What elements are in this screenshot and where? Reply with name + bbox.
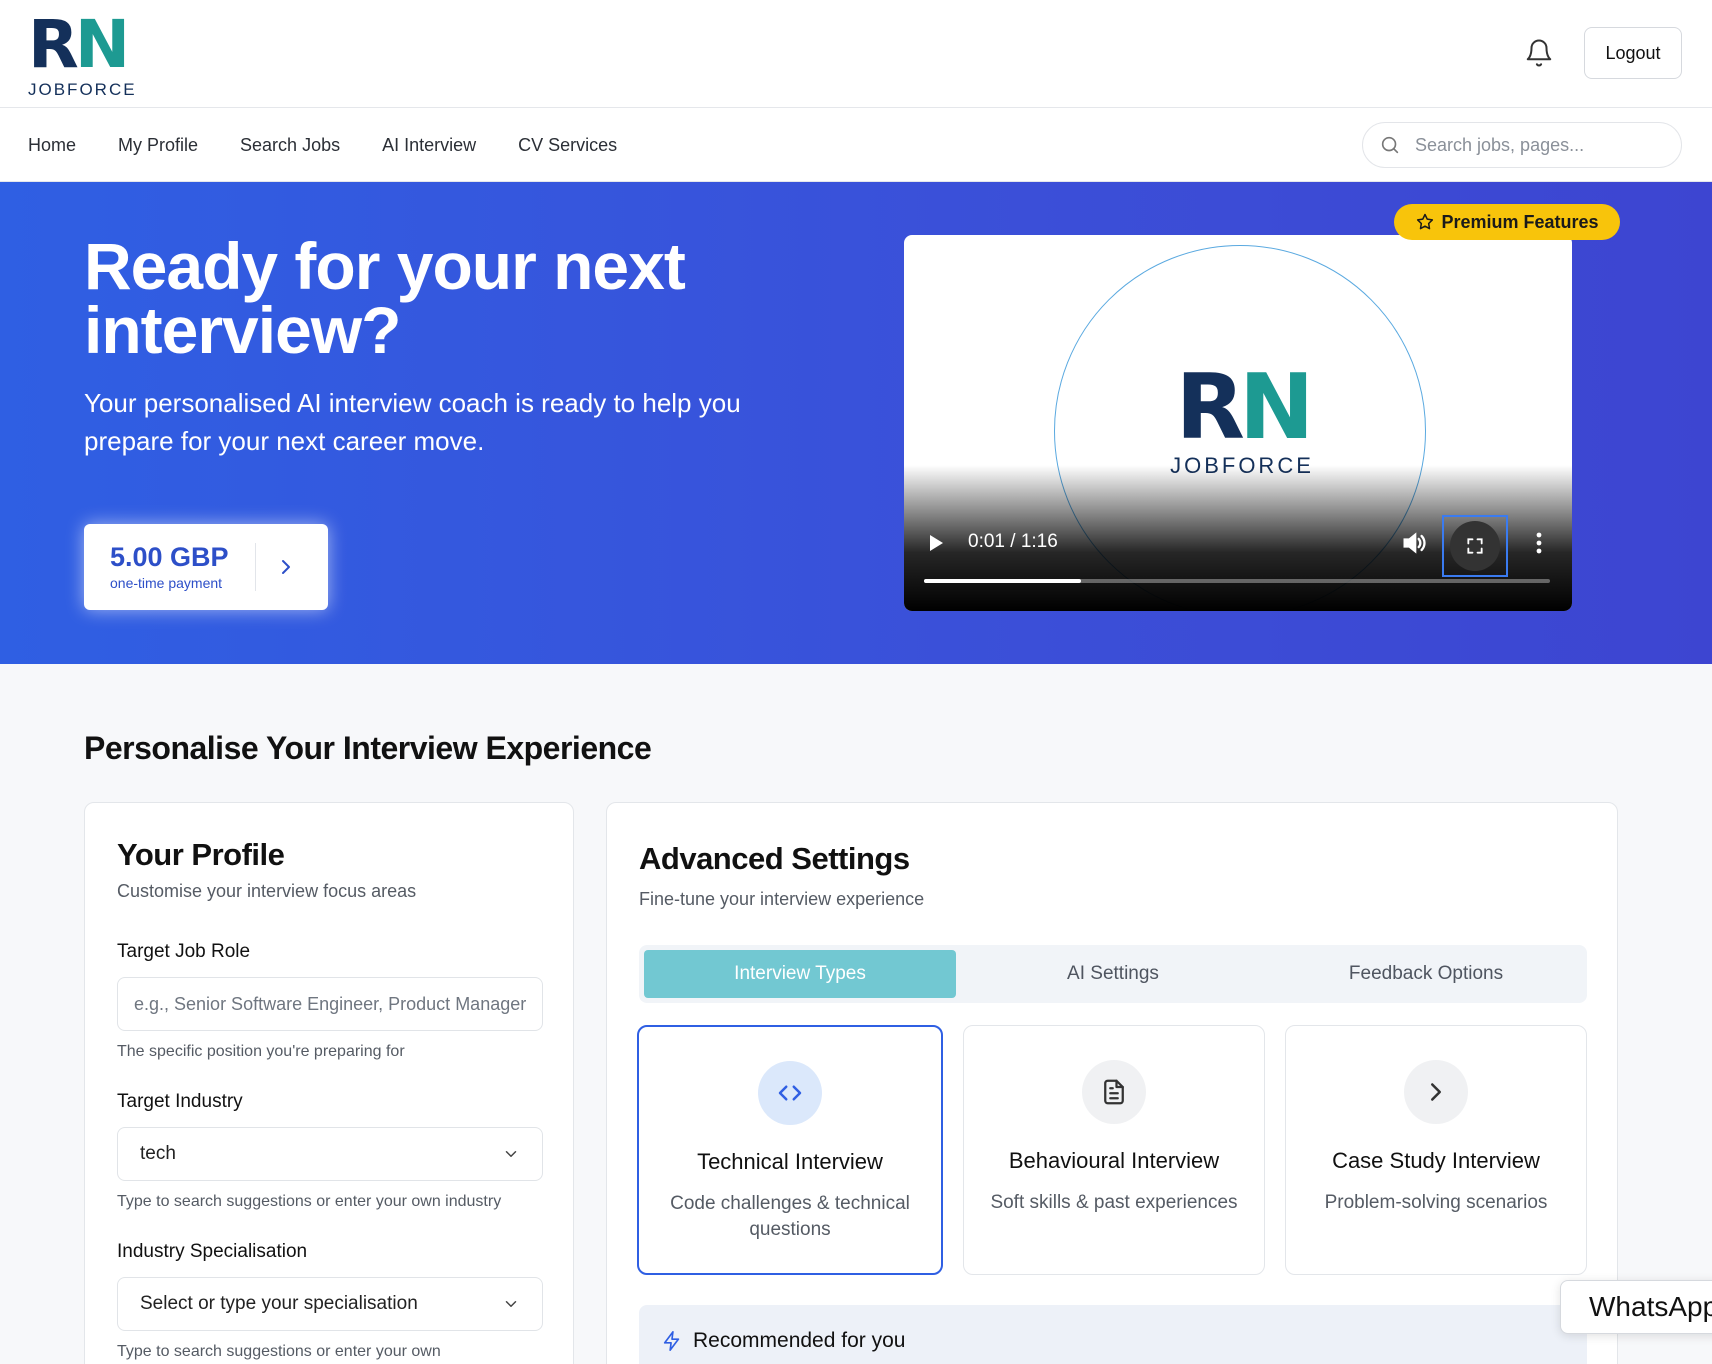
nav-cv-services[interactable]: CV Services (518, 135, 617, 156)
interview-type-behavioural[interactable]: Behavioural Interview Soft skills & past… (963, 1025, 1265, 1275)
interview-type-title: Technical Interview (697, 1149, 883, 1174)
video-logo-mark: RN (1175, 355, 1315, 460)
interview-type-case-study[interactable]: Case Study Interview Problem-solving sce… (1285, 1025, 1587, 1275)
specialisation-help: Type to search suggestions or enter your… (117, 1343, 441, 1360)
whatsapp-button[interactable]: WhatsApp (1560, 1280, 1712, 1334)
chevron-down-icon (505, 1151, 517, 1157)
interview-type-technical[interactable]: Technical Interview Code challenges & te… (637, 1025, 943, 1275)
video-progress-fill (924, 579, 1081, 583)
recommended-panel: Recommended for you (639, 1305, 1587, 1364)
nav-ai-interview[interactable]: AI Interview (382, 135, 476, 156)
job-role-label: Target Job Role (117, 941, 251, 962)
search-input[interactable] (1415, 134, 1665, 156)
interview-type-title: Behavioural Interview (1008, 1148, 1220, 1173)
volume-icon[interactable] (1400, 529, 1428, 557)
price-note: one-time payment (110, 575, 223, 591)
job-role-help: The specific position you're preparing f… (117, 1043, 405, 1060)
profile-subtitle: Customise your interview focus areas (117, 881, 417, 901)
video-progress-bar[interactable] (924, 579, 1550, 583)
profile-title: Your Profile (117, 837, 285, 872)
code-icon (758, 1061, 822, 1125)
video-time: 0:01 / 1:16 (968, 531, 1058, 552)
industry-label: Target Industry (117, 1091, 243, 1112)
nav-my-profile[interactable]: My Profile (118, 135, 198, 156)
play-icon[interactable] (926, 531, 946, 555)
bell-icon[interactable] (1524, 38, 1554, 68)
interview-type-desc: Soft skills & past experiences (990, 1192, 1238, 1213)
brand-logo-text: JOBFORCE (28, 80, 137, 99)
premium-features-label: Premium Features (1441, 211, 1599, 232)
specialisation-select[interactable]: Select or type your specialisation (117, 1277, 543, 1331)
search-icon (1381, 136, 1399, 154)
price-amount: 5.00 GBP (110, 542, 229, 572)
recommended-label: Recommended for you (693, 1329, 906, 1352)
industry-value: tech (140, 1143, 176, 1164)
settings-tabs: Interview Types AI Settings Feedback Opt… (639, 945, 1587, 1003)
tab-feedback-options[interactable]: Feedback Options (1270, 950, 1582, 998)
specialisation-value: Select or type your specialisation (140, 1293, 418, 1314)
search-box[interactable] (1362, 122, 1682, 168)
document-icon (1082, 1060, 1146, 1124)
chevron-right-icon (1404, 1060, 1468, 1124)
chevron-down-icon (505, 1301, 517, 1307)
advanced-settings-card: Advanced Settings Fine-tune your intervi… (606, 802, 1618, 1364)
hero-subtitle: Your personalised AI interview coach is … (84, 388, 741, 456)
advanced-title: Advanced Settings (639, 841, 910, 876)
hero-title: Ready for your next interview? (84, 229, 686, 367)
star-icon (1417, 213, 1434, 230)
premium-features-badge: Premium Features (1394, 204, 1620, 240)
top-header: RN JOBFORCE Logout (0, 0, 1712, 108)
section-title: Personalise Your Interview Experience (84, 730, 652, 766)
industry-help: Type to search suggestions or enter your… (117, 1193, 502, 1210)
advanced-subtitle: Fine-tune your interview experience (639, 889, 925, 909)
fullscreen-button[interactable] (1442, 515, 1508, 577)
job-role-input[interactable] (117, 977, 543, 1031)
interview-type-title: Case Study Interview (1332, 1148, 1540, 1173)
brand-logo[interactable]: RN JOBFORCE (28, 6, 148, 100)
nav-home[interactable]: Home (28, 135, 76, 156)
chevron-right-icon (256, 555, 316, 579)
tab-ai-settings[interactable]: AI Settings (957, 950, 1269, 998)
interview-type-desc: Code challenges & technical questions (670, 1193, 910, 1240)
brand-logo-mark: RN (28, 6, 130, 83)
profile-card: Your Profile Customise your interview fo… (84, 802, 574, 1364)
main-nav: Home My Profile Search Jobs AI Interview… (0, 108, 1712, 182)
logout-button[interactable]: Logout (1584, 27, 1682, 79)
more-options-icon[interactable] (1534, 529, 1544, 557)
price-button[interactable]: 5.00 GBP one-time payment (84, 524, 328, 610)
fullscreen-icon (1467, 538, 1483, 554)
specialisation-label: Industry Specialisation (117, 1241, 308, 1262)
industry-select[interactable]: tech (117, 1127, 543, 1181)
video-brand-logo: RN JOBFORCE (1162, 355, 1322, 479)
hero-banner: Ready for your next interview? Your pers… (0, 182, 1712, 664)
interview-type-desc: Problem-solving scenarios (1324, 1192, 1548, 1213)
tab-interview-types[interactable]: Interview Types (644, 950, 956, 998)
lightning-icon (663, 1331, 680, 1351)
video-player[interactable]: RN JOBFORCE 0:01 / 1:16 (904, 235, 1572, 611)
nav-search-jobs[interactable]: Search Jobs (240, 135, 340, 156)
